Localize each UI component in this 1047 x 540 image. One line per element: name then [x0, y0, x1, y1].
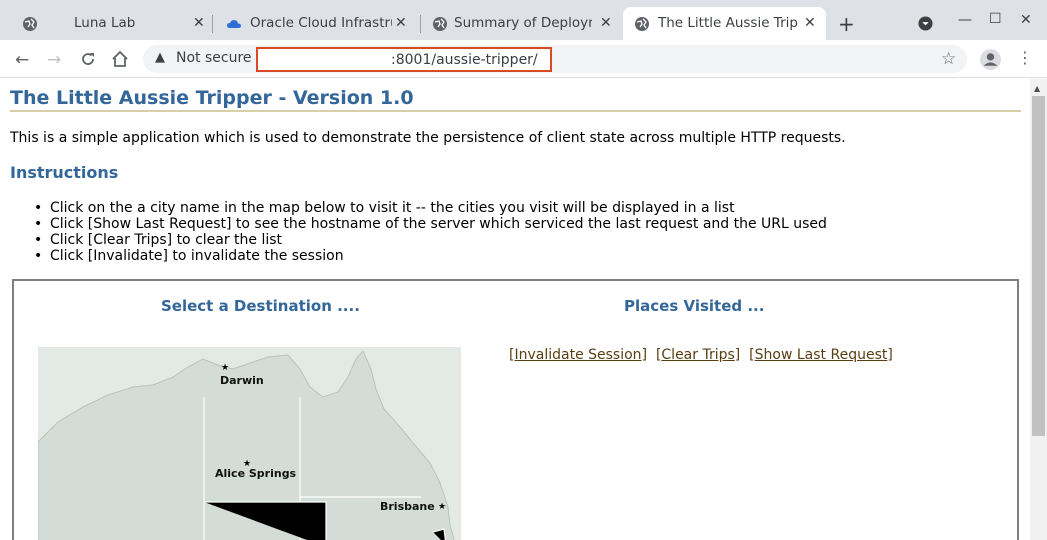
tab-search-icon[interactable] [918, 16, 933, 31]
darwin-marker-icon: ★ [221, 363, 230, 373]
city-darwin[interactable]: Darwin [220, 374, 264, 387]
city-alice-springs[interactable]: Alice Springs [215, 467, 296, 480]
reload-icon[interactable] [80, 51, 96, 67]
select-destination-heading: Select a Destination .... [161, 297, 360, 315]
action-links: [Invalidate Session] [Clear Trips] [Show… [509, 347, 893, 363]
close-icon[interactable]: ✕ [804, 15, 816, 31]
australia-map[interactable]: ★ Darwin ★ Alice Springs ★ Brisbane [38, 347, 461, 540]
close-icon[interactable]: ✕ [395, 15, 407, 31]
profile-icon[interactable] [980, 49, 1001, 70]
tab-aussie-tripper[interactable]: The Little Aussie Tripp ✕ [623, 7, 826, 40]
tab-separator [420, 15, 421, 33]
security-label[interactable]: Not secure [176, 50, 252, 66]
city-brisbane[interactable]: Brisbane [380, 500, 435, 513]
address-highlight-box[interactable]: :8001/aussie-tripper/ [256, 47, 552, 72]
tab-title: Summary of Deploym [454, 15, 592, 31]
list-item: Click [Invalidate] to invalidate the ses… [32, 248, 827, 264]
places-visited-heading: Places Visited ... [624, 297, 765, 315]
back-icon[interactable]: ← [15, 50, 29, 70]
close-icon[interactable]: ✕ [600, 15, 612, 31]
scroll-up-icon[interactable]: ▲ [1034, 84, 1040, 93]
kebab-menu-icon[interactable]: ⋮ [1017, 48, 1033, 67]
tab-summary-deployment[interactable]: Summary of Deploym ✕ [424, 7, 622, 40]
minimize-icon[interactable]: — [958, 12, 972, 28]
globe-icon [635, 17, 649, 31]
new-tab-button[interactable]: + [838, 12, 855, 36]
home-icon[interactable] [111, 50, 129, 68]
globe-icon [433, 17, 447, 31]
list-item: Click on the a city name in the map belo… [32, 200, 827, 216]
invalidate-session-link[interactable]: Invalidate Session [514, 347, 641, 363]
maximize-icon[interactable]: ☐ [989, 11, 1002, 27]
brisbane-marker-icon: ★ [438, 502, 447, 512]
tab-separator [212, 15, 213, 33]
scroll-thumb[interactable] [1032, 96, 1045, 436]
tab-oracle-cloud[interactable]: Oracle Cloud Infrastru ✕ [216, 7, 416, 40]
window-close-icon[interactable]: ✕ [1020, 12, 1032, 28]
clear-trips-link[interactable]: Clear Trips [661, 347, 734, 363]
tab-title: Oracle Cloud Infrastru [250, 15, 392, 31]
list-item: Click [Show Last Request] to see the hos… [32, 216, 827, 232]
globe-icon [23, 17, 37, 31]
list-item: Click [Clear Trips] to clear the list [32, 232, 827, 248]
tab-title: The Little Aussie Tripp [658, 15, 798, 31]
trip-panel: Select a Destination .... Places Visited… [12, 279, 1019, 540]
forward-icon[interactable]: → [47, 50, 61, 70]
page-content: The Little Aussie Tripper - Version 1.0 … [0, 79, 1030, 540]
vertical-scrollbar[interactable]: ▲ [1030, 79, 1047, 540]
cloud-icon [227, 20, 241, 28]
title-divider [10, 110, 1021, 112]
tab-luna-lab[interactable]: Luna Lab ✕ [8, 7, 208, 40]
instructions-heading: Instructions [10, 163, 119, 182]
page-title: The Little Aussie Tripper - Version 1.0 [10, 87, 414, 109]
intro-text: This is a simple application which is us… [10, 130, 846, 146]
instructions-list: Click on the a city name in the map belo… [32, 200, 827, 264]
url-text[interactable]: :8001/aussie-tripper/ [391, 52, 538, 68]
tab-strip: Luna Lab ✕ Oracle Cloud Infrastru ✕ Summ… [0, 0, 1047, 44]
close-icon[interactable]: ✕ [193, 15, 205, 31]
warning-icon[interactable]: ▲ [155, 50, 165, 65]
bookmark-star-icon[interactable]: ☆ [941, 49, 956, 69]
show-last-request-link[interactable]: Show Last Request [755, 347, 888, 363]
